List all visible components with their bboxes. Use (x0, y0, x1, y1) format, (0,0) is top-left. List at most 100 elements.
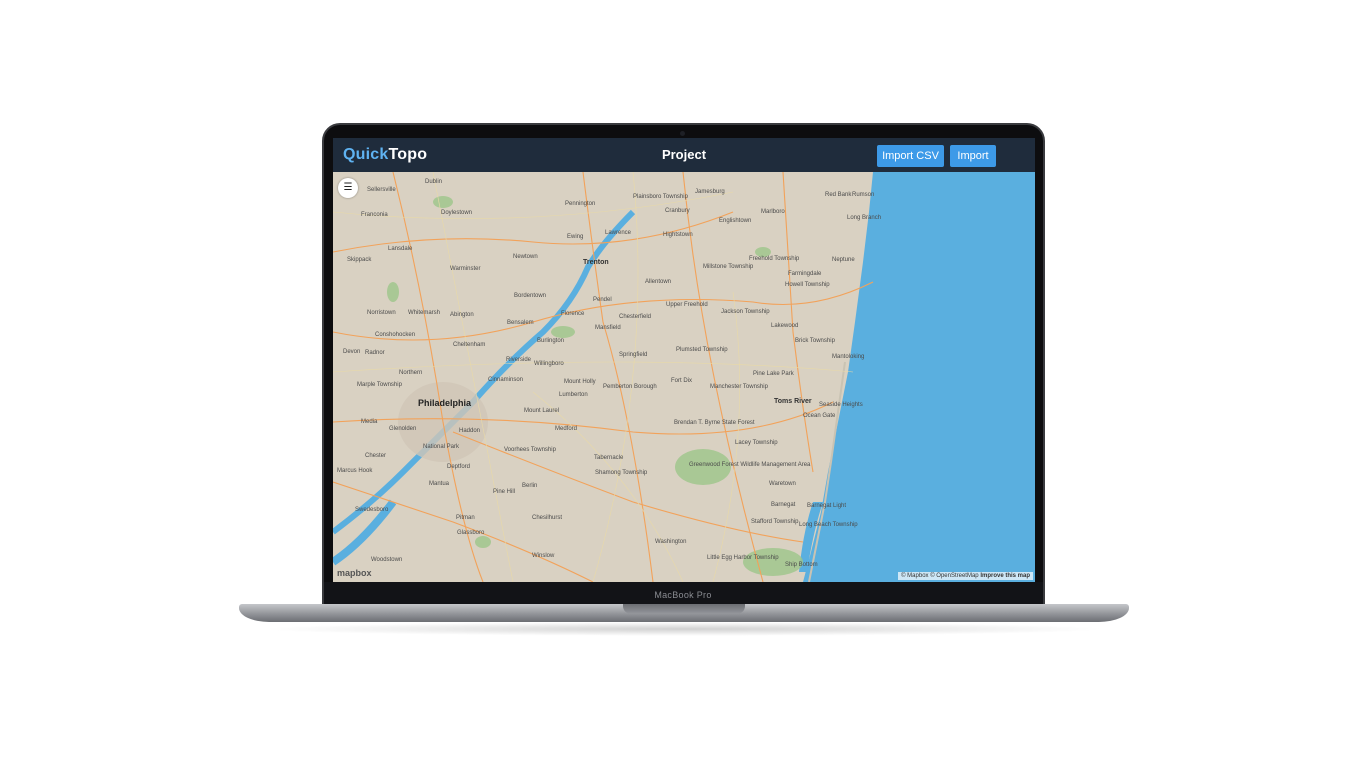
map-place-label: Rumson (852, 192, 875, 198)
map-place-label: Farmingdale (788, 271, 822, 277)
map-place-label: Freehold Township (749, 256, 800, 262)
map-place-label: Skippack (347, 257, 372, 263)
map-place-label: Whitemarsh (408, 310, 441, 316)
map-place-label: Lawrence (605, 230, 632, 236)
laptop-mockup: QuickTopo Project Import CSV Import ☰ Se… (0, 0, 1366, 768)
map-place-label: Ocean Gate (803, 413, 836, 419)
map-place-label: Chesilhurst (532, 515, 563, 521)
map-place-label: Doylestown (441, 210, 473, 216)
map-place-label: Norristown (367, 310, 396, 316)
map-place-label: Lacey Township (735, 440, 778, 446)
map-place-label: Media (361, 419, 378, 425)
map-place-label: Chesterfield (619, 314, 652, 320)
map-place-label: Medford (555, 426, 578, 432)
brand-logo[interactable]: QuickTopo (343, 146, 427, 164)
map-place-label: Conshohocken (375, 332, 416, 338)
map-place-label: Pine Hill (493, 489, 516, 495)
map-place-label: Neptune (832, 257, 855, 263)
map-place-label: Washington (655, 539, 687, 545)
map-place-label: Plumsted Township (676, 347, 728, 353)
map-place-label: Burlington (537, 338, 565, 344)
map-attribution: © Mapbox © OpenStreetMap Improve this ma… (898, 572, 1033, 580)
map-place-label: Mantoloking (832, 354, 865, 360)
top-navbar: QuickTopo Project Import CSV Import (333, 138, 1035, 172)
map-place-label: Allentown (645, 279, 672, 285)
map-canvas[interactable]: ☰ Sellersville Dublin Plainsboro Township J… (333, 171, 1035, 582)
map-place-label: Northern (399, 370, 423, 376)
map-place-label: Abington (450, 312, 474, 318)
map-place-label: Fort Dix (671, 378, 692, 384)
map-place-label: Brick Township (795, 338, 835, 344)
map-place-label: Barnegat Light (807, 503, 847, 509)
mapbox-logo: mapbox (337, 568, 372, 578)
map-place-label: Devon (343, 349, 361, 355)
map-place-label: Newtown (513, 254, 538, 260)
menu-icon: ☰ (343, 182, 353, 193)
map-place-label: Stafford Township (751, 519, 799, 525)
map-place-label: Chester (365, 453, 387, 459)
map-place-label: Franconia (361, 212, 388, 218)
map-place-label: Glenolden (389, 426, 417, 432)
map-place-label: Mansfield (595, 325, 621, 331)
map-place-label: Red Bank (825, 192, 852, 198)
map-place-label: Dublin (425, 179, 443, 185)
map-place-label: Toms River (774, 398, 812, 405)
map-place-label: Shamong Township (595, 470, 648, 476)
map-place-label: Seaside Heights (819, 402, 863, 408)
map-place-label: Jackson Township (721, 309, 770, 315)
map-place-label: Ship Bottom (785, 562, 818, 568)
map-place-label: Upper Freehold (666, 302, 708, 308)
map-place-label: Springfield (619, 352, 648, 358)
map-place-label: Long Beach Township (799, 522, 858, 528)
map-place-label: Barnegat (771, 502, 796, 508)
map-place-label: Pemberton Borough (603, 384, 657, 390)
app-screen: QuickTopo Project Import CSV Import ☰ Se… (333, 138, 1035, 582)
map-place-label: Cinnaminson (488, 377, 524, 383)
map-place-label: Woodstown (371, 557, 403, 563)
map-place-label: Cheltenham (453, 342, 486, 348)
map-place-label: Pine Lake Park (753, 371, 794, 377)
map-place-label: Bensalem (507, 320, 534, 326)
map-place-label: Brendan T. Byrne State Forest (674, 420, 755, 426)
laptop-shadow (260, 622, 1108, 636)
map-place-label: Glassboro (457, 530, 485, 536)
menu-toggle-button[interactable]: ☰ (338, 178, 358, 198)
import-button[interactable]: Import (950, 145, 996, 167)
map-place-label: Long Branch (847, 215, 882, 221)
map-place-label: Millstone Township (703, 264, 754, 270)
map-place-label: Florence (561, 311, 585, 317)
improve-map-link[interactable]: Improve this map (980, 573, 1030, 579)
map-place-label: Berlin (522, 483, 538, 489)
map-place-label: Lakewood (771, 323, 799, 329)
map-place-label: Voorhees Township (504, 447, 556, 453)
map-place-label: Willingboro (534, 361, 564, 367)
map-place-label: Ewing (567, 234, 584, 240)
map-place-label: Mount Holly (564, 379, 596, 385)
map-place-label: Mantua (429, 481, 450, 487)
map-place-label: Greenwood Forest Wildlife Management Are… (689, 462, 811, 468)
map-place-label: Manchester Township (710, 384, 768, 390)
brand-part-topo: Topo (388, 146, 428, 163)
map-place-label: Marlboro (761, 209, 785, 215)
map-place-label: Riverside (506, 357, 532, 363)
map-place-label: National Park (423, 444, 460, 450)
map-place-label: Winslow (532, 553, 555, 559)
map-place-label: Waretown (769, 481, 796, 487)
map-place-label: Radnor (365, 350, 385, 356)
map-place-label: Pendel (593, 297, 612, 303)
device-label: MacBook Pro (654, 590, 712, 600)
map-place-label: Lansdale (388, 246, 413, 252)
attribution-text[interactable]: © Mapbox © OpenStreetMap (901, 573, 979, 579)
map-place-label: Swedesboro (355, 507, 389, 513)
brand-part-quick: Quick (343, 146, 389, 163)
map-place-label: Marcus Hook (337, 468, 373, 474)
laptop-notch (623, 604, 745, 614)
map-place-label: Trenton (583, 259, 609, 266)
import-csv-button[interactable]: Import CSV (877, 145, 944, 167)
map-place-label: Cranbury (665, 208, 690, 214)
map-place-label: Sellersville (367, 187, 396, 193)
map-place-label: Lumberton (559, 392, 588, 398)
map-place-label: Tabernacle (594, 455, 624, 461)
map-place-label: Deptford (447, 464, 471, 470)
map-place-label: Englishtown (719, 218, 752, 224)
